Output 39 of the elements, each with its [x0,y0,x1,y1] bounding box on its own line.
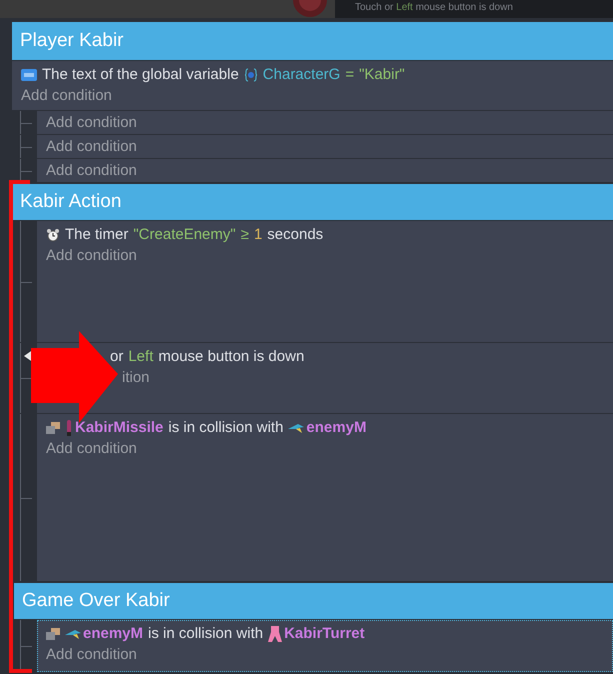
event-block[interactable]: enemyM is in collision with KabirTurret Add condition [37,620,613,672]
condition-text: is in collision with [168,418,284,438]
condition-text: ≥ [240,225,249,245]
overlap-squares-icon [46,628,60,640]
scope-icon [244,68,258,82]
condition-text: or [110,347,124,367]
variable-icon [21,68,37,80]
object-name: KabirTurret [284,624,365,644]
turret-icon [268,626,282,642]
add-condition-link[interactable]: Add condition [21,85,604,106]
alarm-clock-icon [46,228,60,242]
condition-text: The timer [65,225,128,245]
plane-icon [288,422,304,434]
add-condition-link[interactable]: Add condition [46,438,604,459]
condition-text: "CreateEnemy" [133,225,236,245]
add-condition-link[interactable]: Add condition [46,245,604,266]
condition-text: Touch or Left mouse button is down [355,2,513,13]
group-header[interactable]: Kabir Action [12,184,613,220]
event-block[interactable]: The text of the global variable CharacterG = "Kabir" Add condition [12,61,613,110]
condition-text: seconds [267,225,324,245]
object-name: enemyM [306,418,366,438]
object-name: KabirMissile [75,418,164,438]
condition-text: "Kabir" [359,65,405,85]
condition-text: is in collision with [148,624,264,644]
event-block[interactable]: KabirMissile is in collision with enemyM Add condition [37,414,613,581]
add-condition-link[interactable]: Add condition [46,644,604,665]
event-block[interactable]: The timer "CreateEnemy" ≥ 1 seconds Add condition [37,221,613,342]
group-header[interactable]: Game Over Kabir [14,583,613,619]
condition-text: = [345,65,354,85]
variable-name: CharacterG [262,65,340,85]
group-header[interactable]: Player Kabir [12,22,613,60]
overlap-squares-icon [46,422,60,434]
number-value: 1 [254,225,262,245]
condition-text: mouse button is down [158,347,304,367]
plane-icon [65,628,81,640]
condition-text: Left [128,347,154,367]
condition-text: The text of the global variable [42,65,239,85]
object-name: enemyM [83,624,144,644]
missile-icon [65,420,73,436]
